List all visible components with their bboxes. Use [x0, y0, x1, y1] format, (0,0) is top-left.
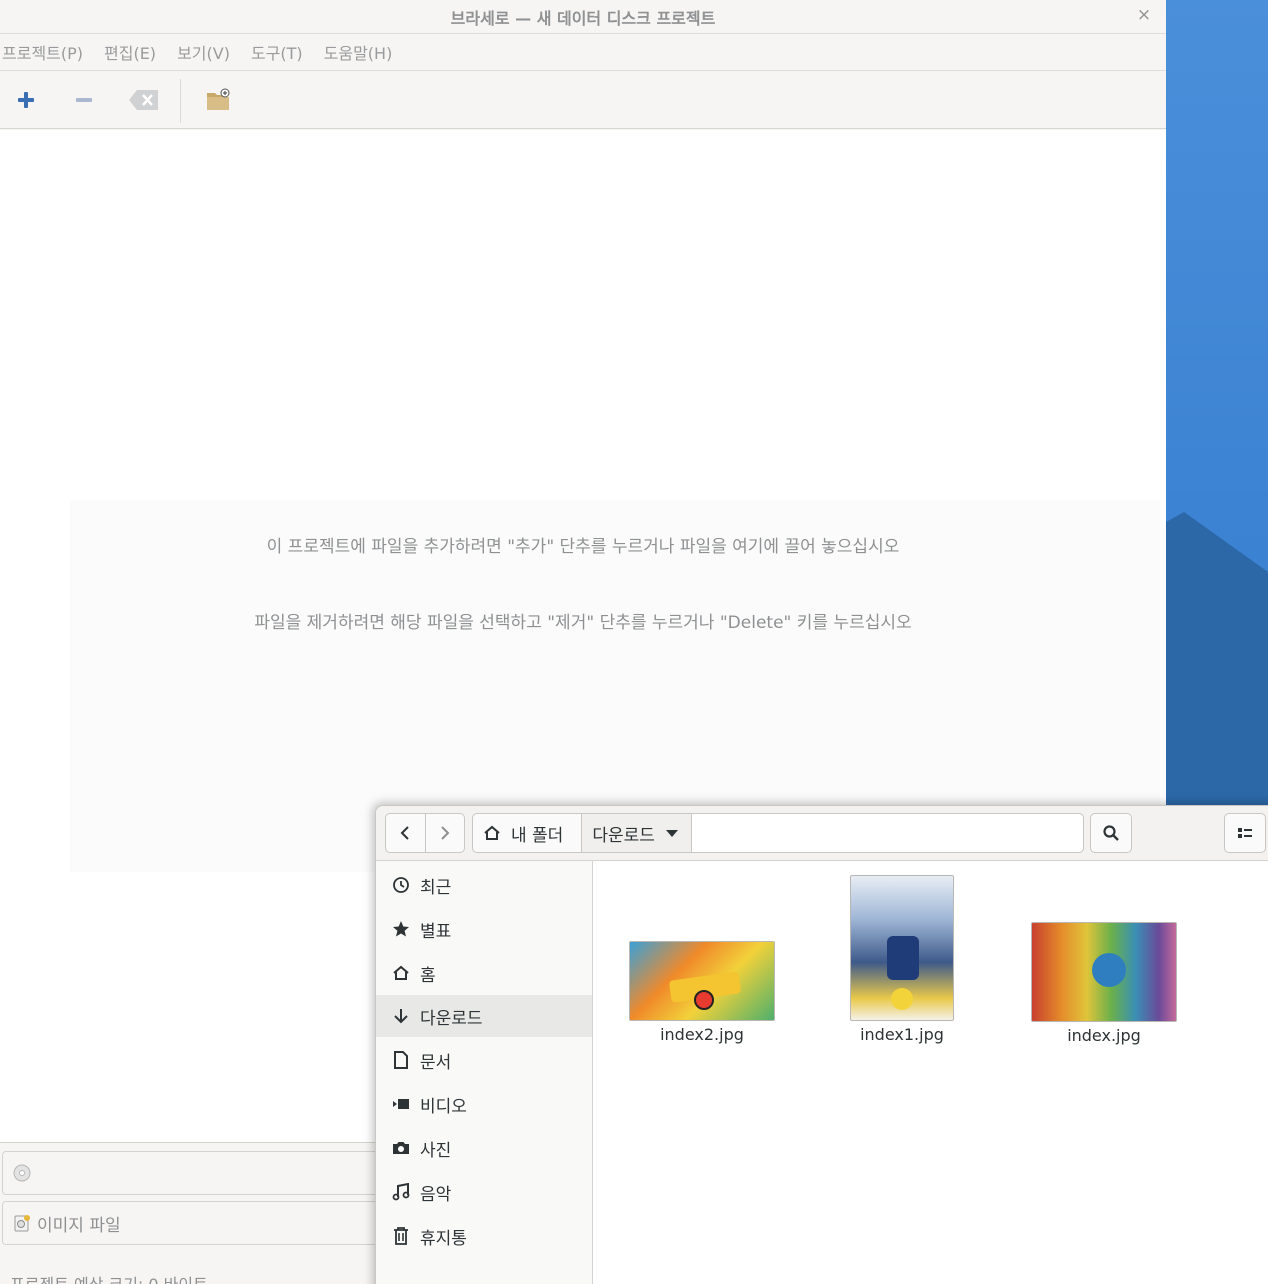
sidebar-item-label: 별표 [420, 921, 452, 942]
sidebar-item-starred[interactable]: 별표 [376, 908, 592, 950]
trash-icon [394, 1227, 408, 1245]
file-item[interactable]: index.jpg [1029, 922, 1179, 1045]
plus-icon [18, 92, 34, 108]
file-thumbnail [1031, 922, 1177, 1022]
file-thumbnail [850, 875, 954, 1021]
menu-edit[interactable]: 편집(E) [104, 40, 165, 64]
new-folder-button[interactable] [203, 85, 233, 115]
image-file-selector[interactable]: 이미지 파일 [2, 1201, 382, 1245]
project-size-label: 프로젝트 예상 크기: 0 바이트 [10, 1271, 208, 1284]
add-button[interactable] [11, 85, 41, 115]
view-options-button[interactable] [1224, 813, 1266, 853]
file-name: index.jpg [1067, 1026, 1141, 1045]
menubar: 프로젝트(P) 편집(E) 보기(V) 도구(T) 도움말(H) [0, 34, 1166, 71]
titlebar: 브라세로 — 새 데이터 디스크 프로젝트 × [0, 0, 1166, 34]
clear-icon [129, 90, 158, 110]
back-button[interactable] [386, 814, 425, 852]
file-item[interactable]: index2.jpg [628, 941, 776, 1044]
path-bar: 내 폴더 다운로드 [472, 813, 1084, 853]
sidebar-item-label: 음악 [420, 1184, 452, 1205]
history-nav [385, 813, 465, 853]
toolbar [0, 71, 1166, 129]
clear-button[interactable] [127, 85, 161, 115]
sidebar-item-recent[interactable]: 최근 [376, 864, 592, 906]
path-current-button[interactable]: 다운로드 [582, 814, 692, 852]
menu-view[interactable]: 보기(V) [177, 40, 239, 64]
add-hint: 이 프로젝트에 파일을 추가하려면 "추가" 단추를 누르거나 파일을 여기에 … [266, 537, 900, 557]
file-name: index2.jpg [660, 1025, 744, 1044]
sidebar-item-home[interactable]: 홈 [376, 952, 592, 994]
home-icon [393, 965, 409, 980]
path-current-label: 다운로드 [592, 825, 655, 846]
close-button[interactable]: × [1136, 5, 1152, 25]
image-file-icon [14, 1215, 30, 1232]
remove-button[interactable] [69, 85, 99, 115]
file-thumbnail [629, 941, 775, 1021]
places-sidebar: 최근 별표 홈 다운로드 문서 비디오 사진 음악 휴지통 [376, 861, 593, 1284]
minus-icon [76, 98, 92, 102]
path-empty-area [691, 814, 1083, 852]
new-folder-icon [207, 88, 230, 110]
disc-selector[interactable] [2, 1151, 382, 1195]
search-button[interactable] [1090, 813, 1132, 853]
sidebar-item-pictures[interactable]: 사진 [376, 1127, 592, 1169]
sidebar-item-label: 문서 [420, 1052, 452, 1073]
chevron-right-icon [441, 826, 450, 840]
image-file-label: 이미지 파일 [37, 1215, 121, 1236]
search-icon [1103, 825, 1119, 841]
sidebar-item-label: 사진 [420, 1140, 452, 1161]
file-grid: index2.jpg index1.jpg index.jpg [594, 861, 1268, 1284]
sidebar-item-videos[interactable]: 비디오 [376, 1083, 592, 1125]
remove-hint: 파일을 제거하려면 해당 파일을 선택하고 "제거" 단추를 누르거나 "Del… [254, 613, 912, 633]
sidebar-item-documents[interactable]: 문서 [376, 1039, 592, 1081]
disc-icon [13, 1164, 31, 1182]
file-item[interactable]: index1.jpg [827, 875, 977, 1044]
sidebar-item-label: 휴지통 [420, 1228, 467, 1249]
document-icon [394, 1051, 408, 1069]
toolbar-separator [180, 79, 181, 123]
star-icon [393, 921, 409, 937]
home-icon [484, 825, 500, 840]
sidebar-item-label: 홈 [420, 965, 436, 986]
list-view-icon [1238, 828, 1252, 838]
menu-project[interactable]: 프로젝트(P) [2, 40, 92, 64]
path-home-label: 내 폴더 [511, 825, 564, 846]
path-home-button[interactable]: 내 폴더 [473, 814, 583, 852]
file-chooser-dialog: 내 폴더 다운로드 최근 별표 홈 다운로드 문서 비디오 사진 음악 휴지통 … [375, 805, 1268, 1284]
chevron-down-icon [665, 830, 678, 837]
file-chooser-header: 내 폴더 다운로드 [376, 806, 1268, 861]
sidebar-item-trash[interactable]: 휴지통 [376, 1215, 592, 1257]
menu-help[interactable]: 도움말(H) [324, 40, 402, 64]
sidebar-item-downloads[interactable]: 다운로드 [376, 995, 592, 1037]
forward-button[interactable] [424, 814, 465, 852]
sidebar-item-label: 비디오 [420, 1096, 467, 1117]
download-icon [394, 1009, 408, 1024]
menu-tools[interactable]: 도구(T) [251, 40, 312, 64]
chevron-left-icon [400, 826, 409, 840]
window-title: 브라세로 — 새 데이터 디스크 프로젝트 [450, 9, 716, 28]
sidebar-item-label: 다운로드 [420, 1008, 483, 1029]
music-icon [392, 1183, 410, 1201]
sidebar-item-label: 최근 [420, 877, 452, 898]
file-name: index1.jpg [860, 1025, 944, 1044]
camera-icon [393, 1142, 409, 1154]
sidebar-item-music[interactable]: 음악 [376, 1171, 592, 1213]
clock-icon [393, 877, 409, 893]
video-icon [393, 1099, 409, 1109]
